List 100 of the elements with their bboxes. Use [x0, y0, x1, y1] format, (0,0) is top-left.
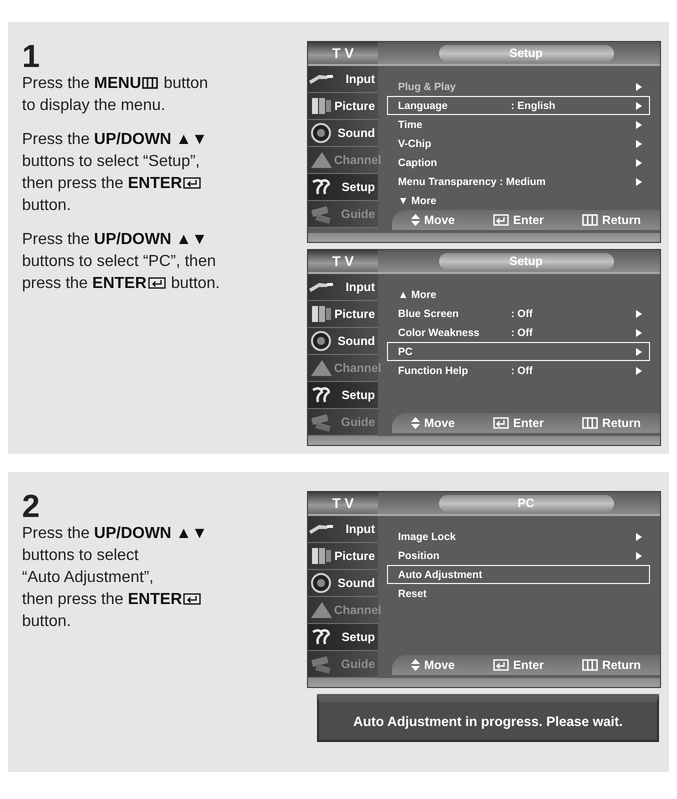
instruction-text: buttons to select “Setup”, [22, 153, 200, 170]
speaker-icon [311, 331, 331, 351]
panel-icon [312, 98, 330, 114]
menu-item-label: Language [398, 100, 448, 112]
menu-item[interactable]: Image Lock [387, 527, 650, 546]
instruction-text: “Auto Adjustment”, [22, 569, 154, 586]
sign-icon [311, 654, 331, 674]
up-down-arrows-icon [411, 659, 420, 671]
sidebar-item[interactable]: Setup [308, 174, 378, 201]
cable-plug-icon [309, 74, 333, 84]
menu-item-value: : Off [511, 326, 534, 338]
menu-item[interactable]: PC [387, 342, 650, 361]
right-arrow-icon [636, 140, 642, 148]
instruction-text: button. [170, 275, 220, 292]
swirl-icon [312, 629, 330, 645]
enter-key-icon [183, 593, 202, 605]
help-label: Return [602, 213, 641, 227]
menu-item[interactable]: Reset [387, 584, 650, 603]
instruction-text: button. [22, 613, 71, 630]
panel-icon [312, 306, 330, 322]
menu-item[interactable]: Function Help : Off [387, 361, 650, 380]
instruction-text: Press the UP/DOWN ▲▼ [22, 525, 208, 542]
menu-item-label: Caption [398, 156, 438, 168]
sidebar-item[interactable]: Sound [308, 570, 378, 597]
help-label: Enter [513, 213, 544, 227]
help-label: Move [424, 213, 455, 227]
right-arrow-icon [636, 310, 642, 318]
sidebar-item[interactable]: Picture [308, 93, 378, 120]
menu-item-value: : English [511, 100, 556, 112]
menu-item[interactable]: Menu Transparency : Medium [387, 172, 650, 191]
menu-item[interactable]: Color Weakness : Off [387, 323, 650, 342]
help-label: Return [602, 416, 641, 430]
menu-item[interactable]: Language : English [387, 96, 650, 115]
up-down-arrows-icon [411, 417, 420, 429]
panel-icon [312, 548, 330, 564]
sidebar-item[interactable]: Sound [308, 328, 378, 355]
sidebar-item[interactable]: Setup [308, 624, 378, 651]
instruction-text: to display the menu. [22, 97, 166, 114]
menu-item-label: Function Help [398, 364, 468, 376]
instruction-text: buttons to select “PC”, then [22, 253, 216, 270]
menu-item-label: ▼ More [398, 194, 436, 206]
menu-key-icon [582, 659, 598, 671]
sidebar-item[interactable]: Setup [308, 382, 378, 409]
tv-label: T V [308, 42, 378, 64]
antenna-icon [310, 152, 332, 168]
menu-item[interactable]: Blue Screen : Off [387, 304, 650, 323]
menu-item[interactable]: Caption [387, 153, 650, 172]
help-label: Move [424, 658, 455, 672]
menu-title: Setup [438, 44, 614, 62]
sidebar-item[interactable]: Input [308, 274, 378, 301]
right-arrow-icon [636, 348, 642, 356]
instruction-text: then press the ENTER [22, 591, 182, 608]
menu-item[interactable]: Auto Adjustment [387, 565, 650, 584]
menu-item-label: Time [398, 118, 422, 130]
menu-item-value: : Off [511, 308, 534, 320]
swirl-icon [312, 179, 330, 195]
sidebar-item[interactable]: Picture [308, 301, 378, 328]
sidebar-item[interactable]: Sound [308, 120, 378, 147]
menu-title: PC [438, 494, 614, 512]
swirl-icon [312, 387, 330, 403]
menu-item-label: ▲ More [398, 288, 436, 300]
instruction-text: Press the UP/DOWN ▲▼ [22, 231, 208, 248]
enter-key-icon [148, 277, 166, 289]
right-arrow-icon [636, 532, 642, 540]
cable-plug-icon [309, 282, 333, 292]
help-label: Enter [513, 416, 544, 430]
menu-item[interactable]: Time [387, 115, 650, 134]
menu-item-label: Menu Transparency : Medium [398, 176, 546, 188]
instruction-text: Press the MENU [22, 75, 142, 92]
menu-item[interactable]: ▼ More [387, 191, 650, 210]
right-arrow-icon [636, 120, 642, 128]
menu-item[interactable]: Position [387, 546, 650, 565]
menu-item-label: Position [398, 550, 440, 562]
menu-item-label: Reset [398, 588, 427, 600]
sidebar-item[interactable]: Input [308, 66, 378, 93]
menu-key-icon [582, 214, 598, 226]
sidebar-item[interactable]: Input [308, 516, 378, 543]
right-arrow-icon [636, 102, 642, 110]
tv-label: T V [308, 492, 378, 514]
instruction-text: then press the ENTER [22, 175, 182, 192]
enter-key-icon [493, 214, 510, 226]
menu-item-label: Image Lock [398, 530, 456, 542]
help-label: Move [424, 416, 455, 430]
menu-key-icon [142, 77, 158, 89]
menu-item-label: Plug & Play [398, 80, 456, 92]
menu-item-label: Blue Screen [398, 308, 459, 320]
enter-key-icon [493, 417, 510, 429]
sign-icon [311, 412, 331, 432]
tv-label: T V [308, 250, 378, 272]
menu-item-label: V-Chip [398, 138, 432, 150]
antenna-icon [310, 360, 332, 376]
instruction-text: button. [22, 197, 71, 214]
menu-item[interactable]: V-Chip [387, 134, 650, 153]
menu-item[interactable]: ▲ More [387, 285, 650, 304]
sidebar-item[interactable]: Picture [308, 543, 378, 570]
right-arrow-icon [636, 366, 642, 374]
right-arrow-icon [636, 552, 642, 560]
step-number: 2 [22, 491, 41, 521]
instruction-text: press the ENTER [22, 275, 146, 292]
right-arrow-icon [636, 82, 642, 90]
